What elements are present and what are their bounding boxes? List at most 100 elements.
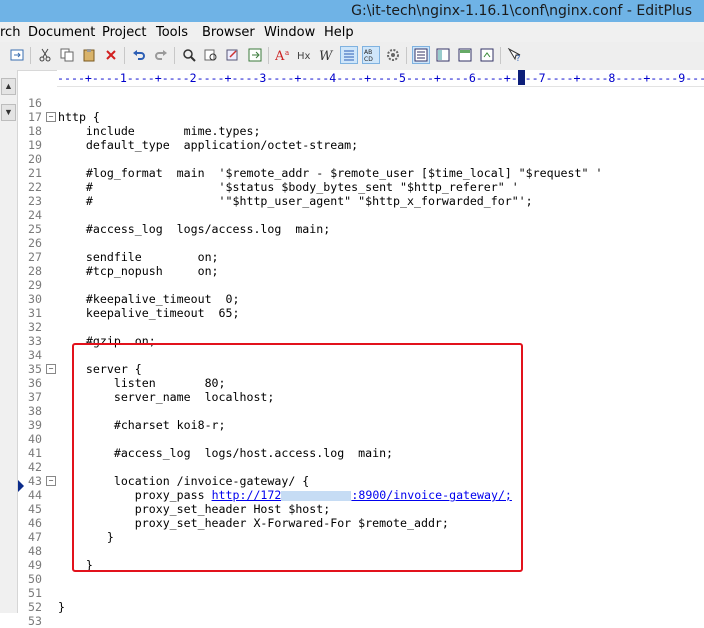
browser-icon[interactable] bbox=[478, 46, 496, 64]
document-list-icon[interactable] bbox=[412, 46, 430, 64]
code-line[interactable]: 47 } bbox=[18, 530, 704, 544]
svg-text:AB: AB bbox=[364, 49, 372, 56]
code-line[interactable]: 26 bbox=[18, 236, 704, 250]
code-line[interactable]: 51 bbox=[18, 586, 704, 600]
code-line[interactable]: 48 bbox=[18, 544, 704, 558]
replace-icon[interactable] bbox=[224, 46, 242, 64]
code-line[interactable]: 34 bbox=[18, 348, 704, 362]
menu-window[interactable]: Window bbox=[264, 25, 315, 40]
code-line[interactable]: 30 #keepalive_timeout 0; bbox=[18, 292, 704, 306]
code-line[interactable]: 39 #charset koi8-r; bbox=[18, 418, 704, 432]
code-line[interactable]: 42 bbox=[18, 460, 704, 474]
undo-icon[interactable] bbox=[130, 46, 148, 64]
toolbar-separator bbox=[30, 47, 31, 64]
code-text: keepalive_timeout 65; bbox=[58, 306, 240, 320]
line-number: 30 bbox=[28, 292, 42, 306]
code-line[interactable]: 28 #tcp_nopush on; bbox=[18, 264, 704, 278]
line-number: 20 bbox=[28, 152, 42, 166]
line-number: 45 bbox=[28, 502, 42, 516]
code-line[interactable]: 49 } bbox=[18, 558, 704, 572]
code-line[interactable]: 44 proxy_pass http://172:8900/invoice-ga… bbox=[18, 488, 704, 502]
proxy-url-link[interactable]: http://172:8900/invoice-gateway/; bbox=[212, 488, 512, 502]
cut-icon[interactable] bbox=[36, 46, 54, 64]
code-line[interactable]: 23 # '"$http_user_agent" "$http_x_forwar… bbox=[18, 194, 704, 208]
code-text: server { bbox=[58, 362, 142, 376]
code-line[interactable]: 33 #gzip on; bbox=[18, 334, 704, 348]
directory-icon[interactable] bbox=[456, 46, 474, 64]
find-replace-icon[interactable] bbox=[202, 46, 220, 64]
code-line[interactable]: 27 sendfile on; bbox=[18, 250, 704, 264]
code-line[interactable]: 24 bbox=[18, 208, 704, 222]
menu-project[interactable]: Project bbox=[102, 25, 146, 40]
code-line[interactable]: 53 bbox=[18, 614, 704, 628]
code-line[interactable]: 36 listen 80; bbox=[18, 376, 704, 390]
code-text: default_type application/octet-stream; bbox=[58, 138, 358, 152]
code-line[interactable]: 20 bbox=[18, 152, 704, 166]
view-icon[interactable] bbox=[8, 46, 26, 64]
code-line[interactable]: 18 include mime.types; bbox=[18, 124, 704, 138]
code-line[interactable]: 17− http { bbox=[18, 110, 704, 124]
line-numbers-icon[interactable] bbox=[340, 46, 358, 64]
menu-search[interactable]: rch bbox=[0, 25, 20, 40]
code-segment: #keepalive_timeout 0; bbox=[58, 292, 240, 306]
line-number: 49 bbox=[28, 558, 42, 572]
menu-browser[interactable]: Browser bbox=[202, 25, 255, 40]
goto-icon[interactable] bbox=[246, 46, 264, 64]
chevron-down-icon[interactable]: ▼ bbox=[1, 104, 16, 121]
code-line[interactable]: 43− location /invoice-gateway/ { bbox=[18, 474, 704, 488]
code-line[interactable]: 19 default_type application/octet-stream… bbox=[18, 138, 704, 152]
settings-icon[interactable] bbox=[384, 46, 402, 64]
code-line[interactable]: 16 bbox=[18, 96, 704, 110]
code-line[interactable]: 41 #access_log logs/host.access.log main… bbox=[18, 446, 704, 460]
code-text: #gzip on; bbox=[58, 334, 156, 348]
line-number: 17 bbox=[28, 110, 42, 124]
menu-tools[interactable]: Tools bbox=[156, 25, 188, 40]
paste-icon[interactable] bbox=[80, 46, 98, 64]
code-line[interactable]: 37 server_name localhost; bbox=[18, 390, 704, 404]
line-number: 51 bbox=[28, 586, 42, 600]
code-text: listen 80; bbox=[58, 376, 226, 390]
chevron-up-icon[interactable]: ▲ bbox=[1, 78, 16, 95]
line-number: 33 bbox=[28, 334, 42, 348]
clip-text-icon[interactable] bbox=[434, 46, 452, 64]
code-line[interactable]: 40 bbox=[18, 432, 704, 446]
hex-icon[interactable]: Hx bbox=[296, 46, 314, 64]
code-line[interactable]: 29 bbox=[18, 278, 704, 292]
code-line[interactable]: 45 proxy_set_header Host $host; bbox=[18, 502, 704, 516]
fold-toggle-icon[interactable]: − bbox=[46, 476, 56, 486]
code-segment: http { bbox=[58, 110, 100, 124]
code-line[interactable]: 52} bbox=[18, 600, 704, 614]
line-number: 40 bbox=[28, 432, 42, 446]
word-wrap-icon[interactable]: W bbox=[318, 46, 336, 64]
fold-toggle-icon[interactable]: − bbox=[46, 112, 56, 122]
spell-check-icon[interactable]: AB CD bbox=[362, 46, 380, 64]
code-editor[interactable]: 16 17− http {18 include mime.types; 19 defa… bbox=[18, 86, 704, 628]
code-line[interactable]: 46 proxy_set_header X-Forwared-For $remo… bbox=[18, 516, 704, 530]
code-line[interactable]: 31 keepalive_timeout 65; bbox=[18, 306, 704, 320]
url-path-part: :8900/invoice-gateway/; bbox=[351, 488, 512, 502]
code-segment: } bbox=[58, 600, 65, 614]
help-icon[interactable]: ? bbox=[506, 46, 524, 64]
menu-help[interactable]: Help bbox=[324, 25, 354, 40]
delete-icon[interactable] bbox=[102, 46, 120, 64]
copy-icon[interactable] bbox=[58, 46, 76, 64]
code-text: # '$status $body_bytes_sent "$http_refer… bbox=[58, 180, 519, 194]
redo-icon[interactable] bbox=[152, 46, 170, 64]
code-segment: listen 80; bbox=[58, 376, 226, 390]
code-line[interactable]: 35− server { bbox=[18, 362, 704, 376]
find-icon[interactable] bbox=[180, 46, 198, 64]
code-line[interactable]: 22 # '$status $body_bytes_sent "$http_re… bbox=[18, 180, 704, 194]
code-line[interactable]: 38 bbox=[18, 404, 704, 418]
code-line[interactable]: 32 bbox=[18, 320, 704, 334]
line-number: 29 bbox=[28, 278, 42, 292]
code-line[interactable]: 50 bbox=[18, 572, 704, 586]
menu-document[interactable]: Document bbox=[28, 25, 95, 40]
toolbar-separator bbox=[124, 47, 125, 64]
column-ruler: ----+----1----+----2----+----3----+----4… bbox=[57, 70, 704, 87]
code-line[interactable]: 21 #log_format main '$remote_addr - $rem… bbox=[18, 166, 704, 180]
code-segment: #tcp_nopush on; bbox=[58, 264, 219, 278]
line-number: 22 bbox=[28, 180, 42, 194]
code-line[interactable]: 25 #access_log logs/access.log main; bbox=[18, 222, 704, 236]
font-size-icon[interactable]: Aa bbox=[274, 46, 292, 64]
fold-toggle-icon[interactable]: − bbox=[46, 364, 56, 374]
